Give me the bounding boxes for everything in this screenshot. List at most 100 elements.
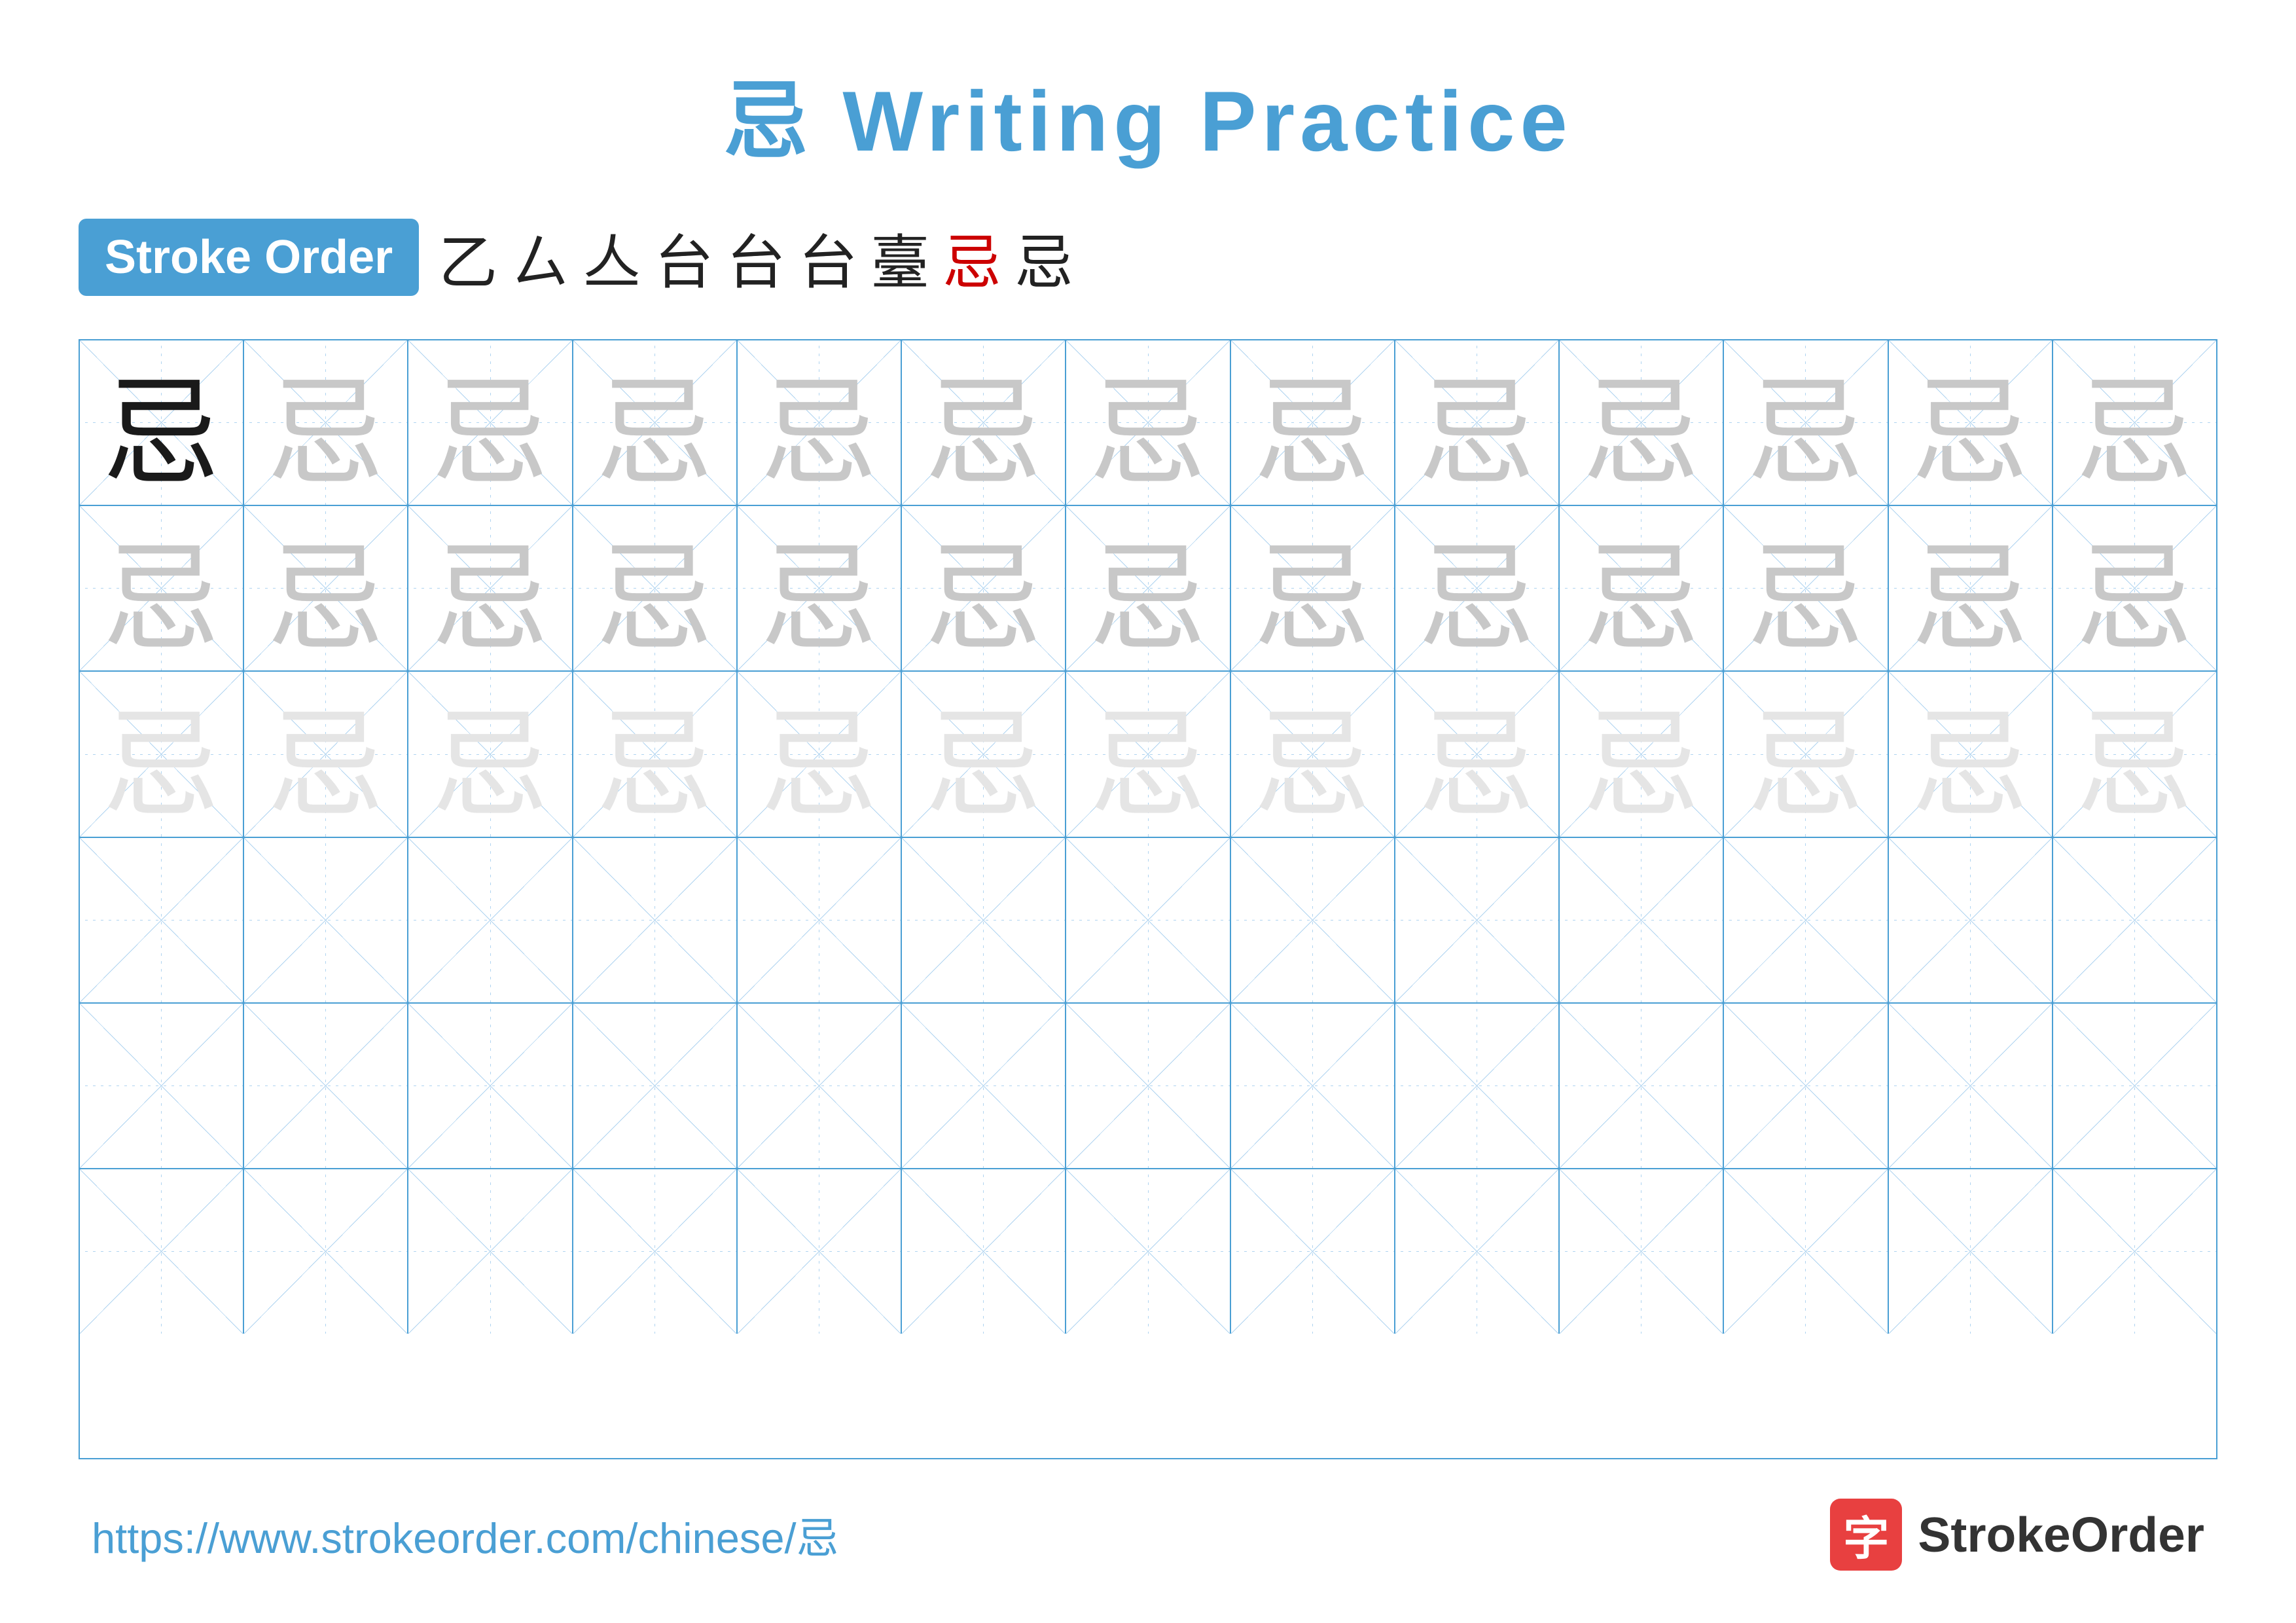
grid-cell-6-2[interactable] bbox=[244, 1169, 408, 1334]
grid-row-1: 忌 忌 忌 忌 忌 忌 忌 忌 忌 忌 忌 忌 忌 bbox=[80, 340, 2216, 506]
grid-cell-6-11[interactable] bbox=[1724, 1169, 1888, 1334]
grid-cell-4-4[interactable] bbox=[573, 838, 738, 1002]
grid-cell-5-7[interactable] bbox=[1066, 1004, 1230, 1168]
grid-cell-3-12[interactable]: 忌 bbox=[1889, 672, 2053, 836]
grid-cell-6-8[interactable] bbox=[1231, 1169, 1395, 1334]
grid-cell-1-10[interactable]: 忌 bbox=[1560, 340, 1724, 505]
grid-cell-5-9[interactable] bbox=[1395, 1004, 1560, 1168]
grid-cell-2-9[interactable]: 忌 bbox=[1395, 506, 1560, 670]
grid-cell-3-9[interactable]: 忌 bbox=[1395, 672, 1560, 836]
grid-cell-4-7[interactable] bbox=[1066, 838, 1230, 1002]
logo-icon: 字 bbox=[1830, 1499, 1902, 1571]
grid-cell-2-1[interactable]: 忌 bbox=[80, 506, 244, 670]
grid-cell-2-11[interactable]: 忌 bbox=[1724, 506, 1888, 670]
grid-cell-4-6[interactable] bbox=[902, 838, 1066, 1002]
grid-cell-1-2[interactable]: 忌 bbox=[244, 340, 408, 505]
grid-cell-6-10[interactable] bbox=[1560, 1169, 1724, 1334]
grid-cell-1-3[interactable]: 忌 bbox=[408, 340, 573, 505]
grid-cell-1-9[interactable]: 忌 bbox=[1395, 340, 1560, 505]
grid-cell-4-1[interactable] bbox=[80, 838, 244, 1002]
grid-cell-6-1[interactable] bbox=[80, 1169, 244, 1334]
grid-cell-3-11[interactable]: 忌 bbox=[1724, 672, 1888, 836]
grid-cell-2-7[interactable]: 忌 bbox=[1066, 506, 1230, 670]
grid-cell-5-12[interactable] bbox=[1889, 1004, 2053, 1168]
grid-cell-2-6[interactable]: 忌 bbox=[902, 506, 1066, 670]
grid-row-4 bbox=[80, 838, 2216, 1004]
grid-cell-6-9[interactable] bbox=[1395, 1169, 1560, 1334]
grid-cell-2-2[interactable]: 忌 bbox=[244, 506, 408, 670]
grid-cell-5-5[interactable] bbox=[738, 1004, 902, 1168]
grid-cell-3-1[interactable]: 忌 bbox=[80, 672, 244, 836]
grid-cell-2-10[interactable]: 忌 bbox=[1560, 506, 1724, 670]
grid-cell-1-11[interactable]: 忌 bbox=[1724, 340, 1888, 505]
grid-cell-3-8[interactable]: 忌 bbox=[1231, 672, 1395, 836]
grid-cell-5-13[interactable] bbox=[2053, 1004, 2216, 1168]
grid-cell-3-13[interactable]: 忌 bbox=[2053, 672, 2216, 836]
grid-cell-5-10[interactable] bbox=[1560, 1004, 1724, 1168]
grid-cell-5-11[interactable] bbox=[1724, 1004, 1888, 1168]
stroke-sequence: 乙 ㄙ 亼 台 台 台 臺 忌 忌 bbox=[439, 215, 1073, 300]
practice-grid: 忌 忌 忌 忌 忌 忌 忌 忌 忌 忌 忌 忌 忌 忌 忌 忌 忌 忌 忌 忌 … bbox=[79, 339, 2217, 1459]
stroke-2: ㄙ bbox=[511, 215, 569, 300]
grid-row-3: 忌 忌 忌 忌 忌 忌 忌 忌 忌 忌 忌 忌 忌 bbox=[80, 672, 2216, 837]
grid-cell-4-9[interactable] bbox=[1395, 838, 1560, 1002]
grid-cell-5-6[interactable] bbox=[902, 1004, 1066, 1168]
footer-logo: 字 StrokeOrder bbox=[1830, 1499, 2204, 1571]
stroke-7: 臺 bbox=[870, 215, 929, 300]
grid-cell-3-3[interactable]: 忌 bbox=[408, 672, 573, 836]
grid-cell-5-8[interactable] bbox=[1231, 1004, 1395, 1168]
grid-cell-2-3[interactable]: 忌 bbox=[408, 506, 573, 670]
grid-cell-3-6[interactable]: 忌 bbox=[902, 672, 1066, 836]
grid-cell-1-4[interactable]: 忌 bbox=[573, 340, 738, 505]
grid-cell-3-5[interactable]: 忌 bbox=[738, 672, 902, 836]
grid-cell-6-3[interactable] bbox=[408, 1169, 573, 1334]
grid-cell-4-3[interactable] bbox=[408, 838, 573, 1002]
grid-cell-1-7[interactable]: 忌 bbox=[1066, 340, 1230, 505]
stroke-3: 亼 bbox=[583, 215, 641, 300]
grid-cell-1-12[interactable]: 忌 bbox=[1889, 340, 2053, 505]
grid-cell-6-12[interactable] bbox=[1889, 1169, 2053, 1334]
grid-cell-6-6[interactable] bbox=[902, 1169, 1066, 1334]
grid-cell-1-13[interactable]: 忌 bbox=[2053, 340, 2216, 505]
grid-cell-2-12[interactable]: 忌 bbox=[1889, 506, 2053, 670]
page-title: 忌 Writing Practice bbox=[723, 52, 1572, 175]
grid-cell-2-5[interactable]: 忌 bbox=[738, 506, 902, 670]
stroke-9: 忌 bbox=[1014, 215, 1073, 300]
grid-cell-3-7[interactable]: 忌 bbox=[1066, 672, 1230, 836]
grid-row-6 bbox=[80, 1169, 2216, 1334]
grid-cell-3-2[interactable]: 忌 bbox=[244, 672, 408, 836]
grid-cell-1-1[interactable]: 忌 bbox=[80, 340, 244, 505]
grid-cell-5-2[interactable] bbox=[244, 1004, 408, 1168]
grid-cell-5-3[interactable] bbox=[408, 1004, 573, 1168]
stroke-order-badge: Stroke Order bbox=[79, 219, 419, 296]
grid-cell-4-10[interactable] bbox=[1560, 838, 1724, 1002]
grid-cell-4-5[interactable] bbox=[738, 838, 902, 1002]
grid-cell-4-8[interactable] bbox=[1231, 838, 1395, 1002]
grid-cell-6-7[interactable] bbox=[1066, 1169, 1230, 1334]
grid-cell-4-11[interactable] bbox=[1724, 838, 1888, 1002]
grid-cell-3-4[interactable]: 忌 bbox=[573, 672, 738, 836]
grid-cell-4-2[interactable] bbox=[244, 838, 408, 1002]
grid-cell-4-13[interactable] bbox=[2053, 838, 2216, 1002]
grid-cell-6-13[interactable] bbox=[2053, 1169, 2216, 1334]
grid-cell-4-12[interactable] bbox=[1889, 838, 2053, 1002]
grid-cell-3-10[interactable]: 忌 bbox=[1560, 672, 1724, 836]
grid-cell-5-1[interactable] bbox=[80, 1004, 244, 1168]
grid-cell-2-13[interactable]: 忌 bbox=[2053, 506, 2216, 670]
stroke-1: 乙 bbox=[439, 215, 497, 300]
grid-cell-6-5[interactable] bbox=[738, 1169, 902, 1334]
grid-row-5 bbox=[80, 1004, 2216, 1169]
grid-cell-5-4[interactable] bbox=[573, 1004, 738, 1168]
grid-cell-2-4[interactable]: 忌 bbox=[573, 506, 738, 670]
stroke-4: 台 bbox=[655, 215, 713, 300]
grid-cell-6-4[interactable] bbox=[573, 1169, 738, 1334]
grid-cell-1-5[interactable]: 忌 bbox=[738, 340, 902, 505]
char-dark: 忌 bbox=[103, 340, 221, 505]
stroke-5: 台 bbox=[726, 215, 785, 300]
grid-cell-1-6[interactable]: 忌 bbox=[902, 340, 1066, 505]
grid-cell-1-8[interactable]: 忌 bbox=[1231, 340, 1395, 505]
footer-url: https://www.strokeorder.com/chinese/忌 bbox=[92, 1504, 839, 1565]
grid-cell-2-8[interactable]: 忌 bbox=[1231, 506, 1395, 670]
stroke-6: 台 bbox=[798, 215, 857, 300]
page: 忌 Writing Practice Stroke Order 乙 ㄙ 亼 台 … bbox=[0, 0, 2296, 1623]
